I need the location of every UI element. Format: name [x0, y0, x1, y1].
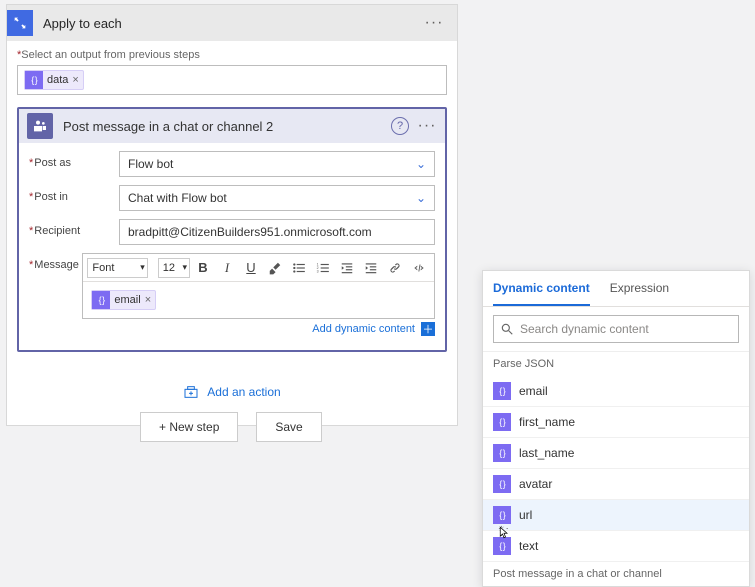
field-post-in: *Post in Chat with Flow bot ⌄	[29, 185, 435, 211]
add-action-icon	[183, 384, 199, 400]
rte-toolbar: Font 12 B I U 123	[83, 254, 434, 282]
message-input[interactable]: email ×	[83, 282, 434, 318]
dynamic-tabs: Dynamic content Expression	[483, 271, 749, 307]
dynamic-value-icon	[493, 506, 511, 524]
post-message-title: Post message in a chat or channel 2	[63, 119, 391, 134]
field-post-as: *Post as Flow bot ⌄	[29, 151, 435, 177]
dynamic-value-icon	[92, 291, 110, 309]
field-recipient: *Recipient bradpitt@CitizenBuilders951.o…	[29, 219, 435, 245]
apply-to-each-card: Apply to each ··· *Select an output from…	[6, 4, 458, 426]
underline-button[interactable]: U	[240, 257, 262, 279]
dyn-item-avatar[interactable]: avatar	[483, 469, 749, 500]
post-as-select[interactable]: Flow bot ⌄	[119, 151, 435, 177]
token-data[interactable]: data ×	[24, 70, 84, 90]
post-message-body: *Post as Flow bot ⌄ *Post in Chat with F…	[19, 143, 445, 350]
code-view-button[interactable]	[408, 257, 430, 279]
add-action-link[interactable]: Add an action	[183, 384, 280, 400]
plus-icon: ＋	[421, 322, 435, 336]
search-icon	[500, 322, 514, 336]
dynamic-value-icon	[493, 413, 511, 431]
post-in-select[interactable]: Chat with Flow bot ⌄	[119, 185, 435, 211]
dyn-item-first-name[interactable]: first_name	[483, 407, 749, 438]
add-dynamic-row: Add dynamic content ＋	[82, 319, 435, 336]
italic-button[interactable]: I	[216, 257, 238, 279]
dynamic-value-icon	[493, 537, 511, 555]
chevron-down-icon: ⌄	[416, 191, 426, 205]
field-message: *Message Font 12 B I U	[29, 253, 435, 336]
teams-icon	[27, 113, 53, 139]
dyn-item-url[interactable]: url	[483, 500, 749, 531]
loop-icon	[7, 10, 33, 36]
apply-to-each-more-menu[interactable]: ···	[421, 14, 447, 32]
token-email[interactable]: email ×	[91, 290, 156, 310]
help-icon[interactable]: ?	[391, 117, 409, 135]
new-step-button[interactable]: + New step	[140, 412, 238, 442]
tab-expression[interactable]: Expression	[610, 271, 669, 306]
save-button[interactable]: Save	[256, 412, 321, 442]
dynamic-content-panel: Dynamic content Expression Search dynami…	[482, 270, 750, 587]
dynamic-value-icon	[493, 475, 511, 493]
link-button[interactable]	[384, 257, 406, 279]
font-size-select[interactable]: 12	[158, 258, 190, 278]
bottom-buttons: + New step Save	[140, 412, 322, 442]
apply-to-each-header[interactable]: Apply to each ···	[7, 5, 457, 41]
highlight-button[interactable]	[264, 257, 286, 279]
message-editor: Font 12 B I U 123	[82, 253, 435, 319]
dynamic-value-icon	[493, 444, 511, 462]
apply-to-each-body: *Select an output from previous steps da…	[7, 41, 457, 425]
bullet-list-button[interactable]	[288, 257, 310, 279]
svg-text:3: 3	[317, 269, 319, 273]
chevron-down-icon: ⌄	[416, 157, 426, 171]
font-family-select[interactable]: Font	[87, 258, 147, 278]
token-label: email	[114, 294, 140, 306]
add-action-row: Add an action	[17, 352, 447, 411]
recipient-input[interactable]: bradpitt@CitizenBuilders951.onmicrosoft.…	[119, 219, 435, 245]
select-output-input[interactable]: data ×	[17, 65, 447, 95]
dyn-item-email[interactable]: email	[483, 376, 749, 407]
token-remove[interactable]: ×	[145, 294, 151, 306]
token-remove[interactable]: ×	[72, 74, 78, 86]
add-dynamic-content-link[interactable]: Add dynamic content ＋	[312, 322, 435, 336]
dynamic-search-input[interactable]: Search dynamic content	[493, 315, 739, 343]
dynamic-value-icon	[493, 382, 511, 400]
tab-dynamic-content[interactable]: Dynamic content	[493, 271, 590, 306]
bold-button[interactable]: B	[192, 257, 214, 279]
post-message-card: Post message in a chat or channel 2 ? ··…	[17, 107, 447, 352]
dynamic-content-list[interactable]: Parse JSON email first_name last_name av…	[483, 352, 749, 586]
select-output-label: *Select an output from previous steps	[17, 49, 447, 61]
number-list-button[interactable]: 123	[312, 257, 334, 279]
apply-to-each-title: Apply to each	[43, 16, 421, 31]
outdent-button[interactable]	[336, 257, 358, 279]
dyn-item-last-name[interactable]: last_name	[483, 438, 749, 469]
dynamic-section-title: Parse JSON	[483, 352, 749, 376]
dynamic-section-title-2: Post message in a chat or channel	[483, 562, 749, 586]
indent-button[interactable]	[360, 257, 382, 279]
dynamic-value-icon	[25, 71, 43, 89]
dynamic-search-wrap: Search dynamic content	[483, 307, 749, 352]
post-message-header[interactable]: Post message in a chat or channel 2 ? ··…	[19, 109, 445, 143]
post-message-more-menu[interactable]: ···	[417, 117, 437, 135]
token-label: data	[47, 74, 68, 86]
dyn-item-text[interactable]: text	[483, 531, 749, 562]
